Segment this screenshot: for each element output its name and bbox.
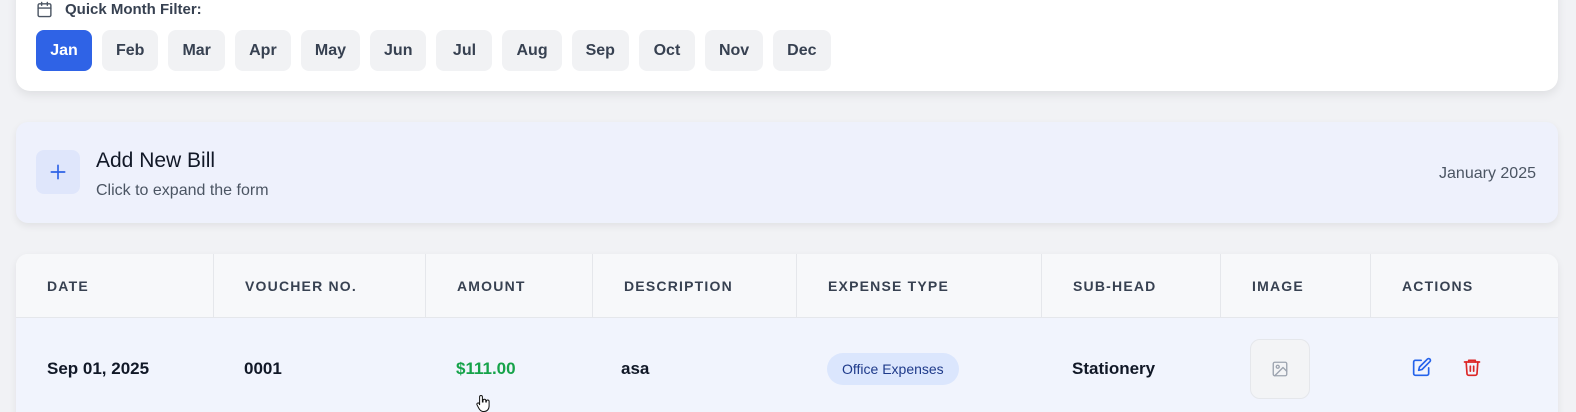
month-button-nov[interactable]: Nov (704, 30, 764, 71)
bills-table: DATE VOUCHER NO. AMOUNT DESCRIPTION EXPE… (16, 254, 1558, 412)
cell-actions (1381, 318, 1482, 412)
table-header: DATE VOUCHER NO. AMOUNT DESCRIPTION EXPE… (16, 254, 1558, 318)
cell-amount: $111.00 (456, 359, 516, 378)
cell-voucher: 0001 (244, 359, 282, 378)
column-header-sub-head[interactable]: SUB-HEAD (1041, 254, 1220, 318)
expense-type-badge: Office Expenses (827, 353, 959, 385)
month-filter-header: Quick Month Filter: (36, 0, 202, 18)
month-button-jun[interactable]: Jun (370, 30, 427, 71)
column-header-expense-type[interactable]: EXPENSE TYPE (796, 254, 1041, 318)
month-button-jul[interactable]: Jul (436, 30, 493, 71)
month-filter-card: Quick Month Filter: Jan Feb Mar Apr May … (16, 0, 1558, 91)
trash-icon[interactable] (1462, 357, 1482, 382)
month-button-oct[interactable]: Oct (638, 30, 695, 71)
hand-cursor-icon (476, 394, 492, 412)
column-header-date[interactable]: DATE (16, 254, 213, 318)
month-filter-title: Quick Month Filter: (65, 0, 202, 18)
month-button-mar[interactable]: Mar (168, 30, 225, 71)
month-button-sep[interactable]: Sep (571, 30, 629, 71)
add-bill-title: Add New Bill (96, 149, 216, 172)
month-button-jan[interactable]: Jan (36, 30, 92, 71)
edit-icon[interactable] (1412, 357, 1432, 382)
plus-icon[interactable] (36, 150, 80, 194)
month-button-group: Jan Feb Mar Apr May Jun Jul Aug Sep Oct … (36, 30, 831, 71)
cell-description: asa (621, 359, 650, 378)
calendar-icon (36, 1, 53, 18)
month-button-feb[interactable]: Feb (102, 30, 159, 71)
image-placeholder-icon[interactable] (1250, 339, 1310, 399)
column-header-image: IMAGE (1220, 254, 1370, 318)
column-header-description[interactable]: DESCRIPTION (592, 254, 796, 318)
month-button-apr[interactable]: Apr (234, 30, 291, 71)
month-button-dec[interactable]: Dec (773, 30, 831, 71)
cell-image (1219, 318, 1310, 412)
cell-date: Sep 01, 2025 (47, 359, 150, 378)
column-header-voucher[interactable]: VOUCHER NO. (213, 254, 425, 318)
column-header-actions: ACTIONS (1370, 254, 1558, 318)
cell-sub-head: Stationery (1072, 359, 1156, 378)
table-row[interactable]: Sep 01, 2025 0001 $111.00 asa Office Exp… (16, 318, 1558, 412)
month-button-aug[interactable]: Aug (502, 30, 562, 71)
column-header-amount[interactable]: AMOUNT (425, 254, 592, 318)
add-new-bill-toggle[interactable]: Add New Bill Click to expand the form Ja… (16, 122, 1558, 223)
current-period-label: January 2025 (1439, 165, 1536, 182)
cell-expense-type: Office Expenses (796, 318, 959, 412)
add-bill-subtitle: Click to expand the form (96, 182, 269, 199)
month-button-may[interactable]: May (300, 30, 361, 71)
